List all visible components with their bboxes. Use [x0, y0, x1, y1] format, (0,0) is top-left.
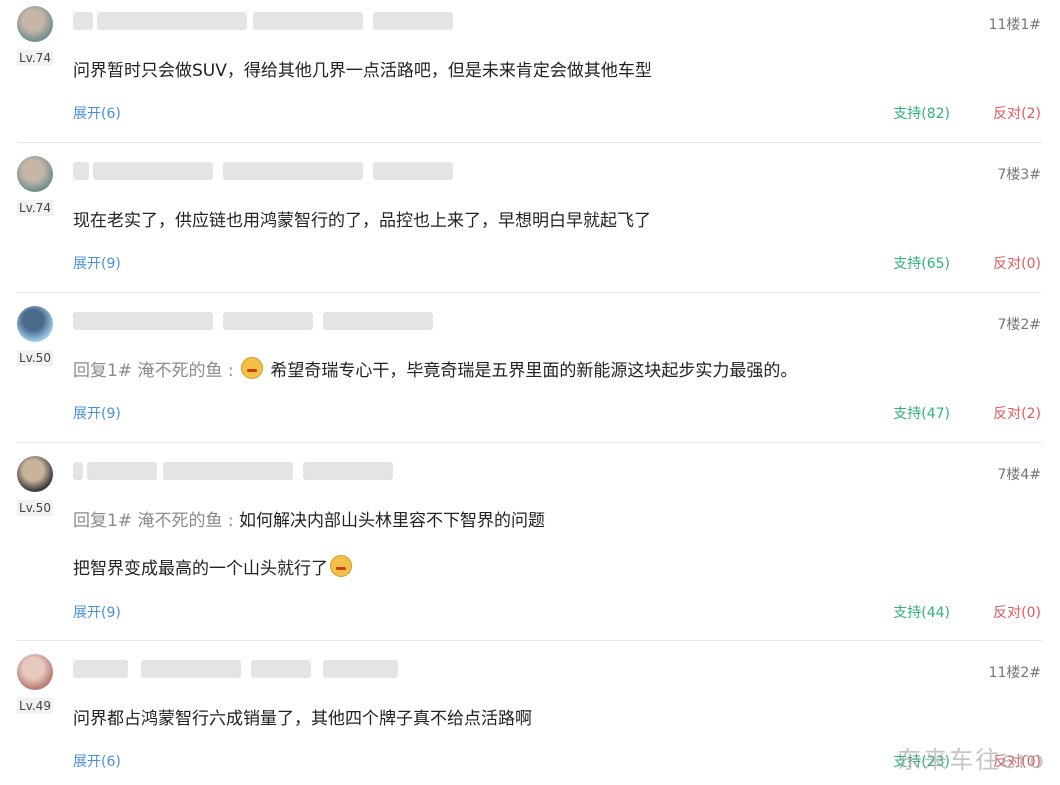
comment-body: 问界暂时只会做SUV，得给其他几界一点活路吧，但是未来肯定会做其他车型 [73, 61, 652, 81]
comment-body: 如何解决内部山头林里容不下智界的问题 [239, 511, 546, 531]
expand-replies-button[interactable]: 展开(9) [73, 403, 121, 423]
username-blur-segment [73, 162, 89, 180]
username-blur-segment [323, 312, 433, 330]
oppose-button[interactable]: 反对(2) [993, 103, 1041, 123]
comment-body-2: 把智界变成最高的一个山头就行了 [73, 559, 328, 579]
username-blur-segment [303, 462, 393, 480]
reply-prefix: 回复1# 淹不死的鱼 : [73, 511, 234, 531]
comment-divider [17, 142, 1042, 143]
username-blur-segment [141, 660, 241, 678]
reply-prefix: 回复1# 淹不死的鱼 : [73, 361, 234, 381]
comment-text-line2: 把智界变成最高的一个山头就行了 [73, 554, 354, 579]
user-level-badge: Lv.74 [17, 200, 53, 216]
expand-replies-button[interactable]: 展开(9) [73, 253, 121, 273]
oppose-button[interactable]: 反对(0) [993, 602, 1041, 622]
expand-replies-button[interactable]: 展开(6) [73, 751, 121, 771]
expand-replies-button[interactable]: 展开(9) [73, 602, 121, 622]
emoji-icon [241, 357, 264, 379]
avatar[interactable] [17, 456, 53, 492]
username-blur-segment [373, 12, 453, 30]
username-blur-segment [73, 312, 213, 330]
comment-body: 问界都占鸿蒙智行六成销量了，其他四个牌子真不给点活路啊 [73, 709, 532, 729]
avatar[interactable] [17, 306, 53, 342]
user-level-badge: Lv.50 [17, 350, 53, 366]
floor-number: 7楼4# [997, 467, 1041, 483]
comment-text: 回复1# 淹不死的鱼 : 希望奇瑞专心干，毕竟奇瑞是五界里面的新能源这块起步实力… [73, 356, 797, 381]
comment-text: 回复1# 淹不死的鱼 : 如何解决内部山头林里容不下智界的问题 [73, 506, 545, 531]
floor-number: 11楼2# [988, 665, 1041, 681]
emoji-icon [330, 555, 352, 577]
username-blur-segment [73, 12, 93, 30]
comment-text: 问界暂时只会做SUV，得给其他几界一点活路吧，但是未来肯定会做其他车型 [73, 56, 652, 81]
avatar[interactable] [17, 6, 53, 42]
comment-text: 问界都占鸿蒙智行六成销量了，其他四个牌子真不给点活路啊 [73, 704, 532, 729]
username-blur-segment [323, 660, 398, 678]
avatar[interactable] [17, 156, 53, 192]
expand-replies-button[interactable]: 展开(6) [73, 103, 121, 123]
avatar[interactable] [17, 654, 53, 690]
user-level-badge: Lv.74 [17, 50, 53, 66]
floor-number: 7楼2# [997, 317, 1041, 333]
comment-text: 现在老实了，供应链也用鸿蒙智行的了，品控也上来了，早想明白早就起飞了 [73, 206, 651, 231]
comment-body: 现在老实了，供应链也用鸿蒙智行的了，品控也上来了，早想明白早就起飞了 [73, 211, 651, 231]
watermark: 东来车往ero [897, 746, 1046, 774]
username-blur-segment [97, 12, 247, 30]
support-button[interactable]: 支持(47) [893, 403, 950, 423]
oppose-button[interactable]: 反对(0) [993, 253, 1041, 273]
username-blur-segment [87, 462, 157, 480]
username-blur-segment [223, 162, 363, 180]
comment-divider [17, 640, 1042, 641]
oppose-button[interactable]: 反对(2) [993, 403, 1041, 423]
username-blur-segment [73, 462, 83, 480]
comment-divider [17, 442, 1042, 443]
comment-body: 希望奇瑞专心干，毕竟奇瑞是五界里面的新能源这块起步实力最强的。 [270, 361, 798, 381]
user-level-badge: Lv.50 [17, 500, 53, 516]
comment-divider [17, 292, 1042, 293]
username-blur-segment [163, 462, 293, 480]
username-blur-segment [93, 162, 213, 180]
support-button[interactable]: 支持(44) [893, 602, 950, 622]
username-blur-segment [73, 660, 128, 678]
username-blur-segment [373, 162, 453, 180]
user-level-badge: Lv.49 [17, 698, 53, 714]
support-button[interactable]: 支持(82) [893, 103, 950, 123]
support-button[interactable]: 支持(65) [893, 253, 950, 273]
floor-number: 7楼3# [997, 167, 1041, 183]
username-blur-segment [253, 12, 363, 30]
username-blur-segment [251, 660, 311, 678]
username-blur-segment [223, 312, 313, 330]
floor-number: 11楼1# [988, 17, 1041, 33]
